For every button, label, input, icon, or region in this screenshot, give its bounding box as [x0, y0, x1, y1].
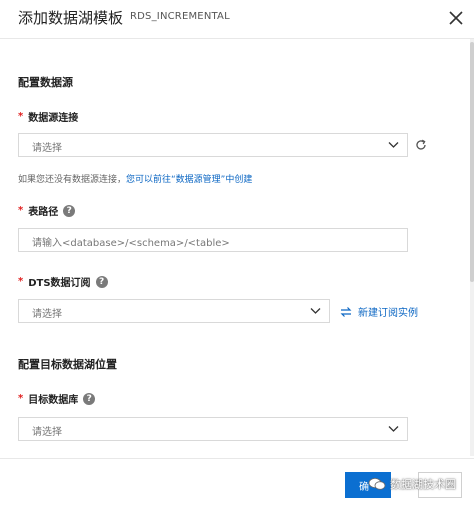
section-title-target: 配置目标数据湖位置 [18, 358, 117, 371]
wechat-icon [368, 478, 386, 490]
chevron-down-icon [388, 426, 399, 432]
target-database-select[interactable]: 请选择 [18, 417, 408, 441]
template-type: RDS_INCREMENTAL [130, 11, 230, 22]
dialog-header: 添加数据湖模板 RDS_INCREMENTAL [0, 0, 474, 39]
required-mark: * [18, 393, 24, 404]
label-target-database: * 目标数据库 ? [18, 391, 96, 406]
source-connection-select[interactable]: 请选择 [18, 133, 408, 157]
label-dts-subscription: * DTS数据订阅 ? [18, 274, 108, 289]
section-title-source: 配置数据源 [18, 76, 73, 89]
go-to-datasource-link[interactable]: 您可以前往“数据源管理”中创建 [126, 175, 252, 185]
scrollbar-thumb[interactable] [470, 42, 474, 282]
source-hint: 如果您还没有数据源连接，您可以前往“数据源管理”中创建 [18, 175, 253, 185]
help-icon[interactable]: ? [83, 392, 96, 405]
watermark: 数据湖技术圈 [368, 476, 456, 492]
placeholder: 请输入<database>/<schema>/<table> [32, 238, 230, 249]
dialog-footer: 确 数据湖技术圈 [0, 458, 474, 507]
placeholder: 请选择 [32, 427, 62, 438]
swap-icon [340, 306, 352, 317]
table-path-input[interactable]: 请输入<database>/<schema>/<table> [18, 228, 408, 252]
help-icon[interactable]: ? [95, 275, 108, 288]
close-icon[interactable] [445, 7, 467, 29]
chevron-down-icon [310, 308, 321, 314]
label-table-path: * 表路径 ? [18, 203, 76, 218]
dialog-body: 配置数据源 * 数据源连接 请选择 如果您还没有数据源连接，您可以前往“数据源管… [0, 39, 474, 456]
help-icon[interactable]: ? [63, 204, 76, 217]
label-source-connection: * 数据源连接 [18, 111, 79, 124]
required-mark: * [18, 111, 24, 122]
placeholder: 请选择 [32, 309, 62, 320]
required-mark: * [18, 205, 24, 216]
chevron-down-icon [388, 142, 399, 148]
refresh-icon[interactable] [414, 138, 428, 152]
dialog-title: 添加数据湖模板 [18, 9, 124, 27]
placeholder: 请选择 [32, 143, 62, 154]
dts-subscription-select[interactable]: 请选择 [18, 299, 330, 323]
required-mark: * [18, 276, 24, 287]
new-subscription-link[interactable]: 新建订阅实例 [340, 304, 418, 319]
